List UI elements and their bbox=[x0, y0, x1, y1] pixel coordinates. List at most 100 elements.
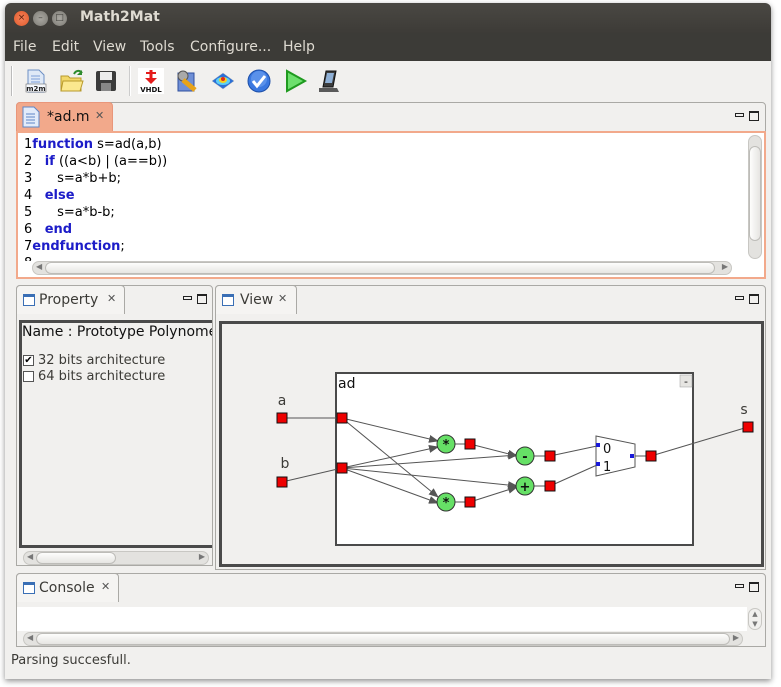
output-label-s: s bbox=[740, 402, 747, 418]
device-icon[interactable] bbox=[316, 68, 342, 94]
port-register bbox=[645, 450, 657, 462]
menu-help[interactable]: Help bbox=[283, 39, 315, 55]
code-text[interactable]: 1function s=ad(a,b) 2 if ((a<b) | (a==b))… bbox=[24, 136, 167, 261]
diagram-svg: ad - 0 1 * * - + a b s bbox=[276, 372, 754, 546]
tab-view[interactable]: View ✕ bbox=[215, 285, 297, 314]
mux-port-out bbox=[630, 454, 634, 458]
property-content: Name : Prototype Polynome ✔ 32 bits arch… bbox=[19, 320, 212, 548]
menu-file[interactable]: File bbox=[13, 39, 36, 55]
minimize-icon[interactable] bbox=[735, 296, 744, 300]
checkbox-64bit[interactable] bbox=[23, 371, 34, 382]
minimize-icon[interactable] bbox=[735, 584, 744, 588]
save-icon[interactable] bbox=[93, 68, 119, 94]
maximize-icon[interactable] bbox=[749, 582, 759, 592]
operator-symbol: * bbox=[443, 496, 450, 511]
input-label-a: a bbox=[278, 393, 287, 409]
visualize-icon[interactable] bbox=[210, 68, 236, 94]
port-register bbox=[336, 412, 348, 424]
collapse-label: - bbox=[684, 375, 688, 388]
code-text-segment: s=a*b-b; bbox=[36, 205, 115, 220]
view-icon bbox=[23, 582, 35, 594]
option-32bit[interactable]: ✔ 32 bits architecture bbox=[23, 353, 165, 368]
port-register bbox=[336, 462, 348, 474]
code-line[interactable]: 4 else bbox=[24, 187, 167, 204]
open-folder-icon[interactable] bbox=[59, 68, 85, 94]
editor-hscrollbar[interactable]: ◀ ▶ bbox=[32, 261, 732, 275]
property-hscrollbar[interactable]: ◀ ▶ bbox=[23, 551, 209, 565]
editor-vscrollbar[interactable] bbox=[748, 135, 762, 259]
port-register bbox=[464, 496, 476, 508]
console-tab-label: Console bbox=[39, 580, 95, 596]
menu-tools[interactable]: Tools bbox=[140, 39, 175, 55]
close-tab-icon[interactable]: ✕ bbox=[101, 580, 110, 593]
port-register bbox=[544, 480, 556, 492]
code-text-segment: s=a*b+b; bbox=[36, 171, 121, 186]
editor-area[interactable]: 1function s=ad(a,b) 2 if ((a<b) | (a==b))… bbox=[16, 131, 766, 279]
maximize-icon[interactable] bbox=[197, 294, 207, 304]
tab-console[interactable]: Console ✕ bbox=[16, 573, 119, 602]
code-text-segment bbox=[36, 222, 44, 237]
editor-panel: *ad.m ✕ 1function s=ad(a,b) 2 if ((a<b) |… bbox=[16, 102, 766, 279]
code-line[interactable]: 7endfunction; bbox=[24, 238, 167, 255]
document-icon bbox=[22, 106, 40, 128]
block-ad bbox=[335, 372, 694, 546]
view-tab-label: View bbox=[240, 292, 274, 308]
tab-editor-ad-m[interactable]: *ad.m ✕ bbox=[16, 102, 113, 131]
code-line[interactable]: 3 s=a*b+b; bbox=[24, 170, 167, 187]
toolbar-separator bbox=[129, 66, 131, 96]
run-icon[interactable] bbox=[282, 68, 308, 94]
code-line[interactable]: 2 if ((a<b) | (a==b)) bbox=[24, 153, 167, 170]
diagram-canvas[interactable]: ad - 0 1 * * - + a b s bbox=[219, 321, 764, 567]
minimize-icon[interactable] bbox=[735, 113, 744, 117]
option-64bit[interactable]: 64 bits architecture bbox=[23, 369, 165, 384]
code-line[interactable]: 1function s=ad(a,b) bbox=[24, 136, 167, 153]
menu-edit[interactable]: Edit bbox=[52, 39, 79, 55]
port-register bbox=[276, 412, 288, 424]
svg-text:m2m: m2m bbox=[26, 85, 45, 93]
minimize-icon[interactable] bbox=[183, 296, 192, 300]
editor-hscroll-thumb[interactable] bbox=[45, 262, 715, 274]
window-title: Math2Mat bbox=[80, 9, 160, 25]
checkbox-32bit[interactable]: ✔ bbox=[23, 355, 34, 366]
input-label-b: b bbox=[281, 456, 290, 472]
maximize-icon[interactable] bbox=[749, 294, 759, 304]
close-tab-icon[interactable]: ✕ bbox=[95, 109, 104, 122]
menu-view[interactable]: View bbox=[93, 39, 126, 55]
title-bar: × – □ Math2Mat bbox=[5, 3, 771, 33]
close-window-button[interactable]: × bbox=[14, 11, 29, 26]
vhdl-export-icon[interactable]: VHDL bbox=[138, 68, 164, 94]
minimize-window-button[interactable]: – bbox=[33, 11, 48, 26]
maximize-window-button[interactable]: □ bbox=[52, 11, 67, 26]
code-line[interactable]: 5 s=a*b-b; bbox=[24, 204, 167, 221]
operator-symbol: - bbox=[522, 450, 527, 465]
console-hscrollbar[interactable]: ◀ ▶ bbox=[23, 632, 743, 646]
mux-port-0 bbox=[596, 443, 600, 447]
mux-input-label: 0 bbox=[603, 442, 611, 457]
check-icon[interactable] bbox=[246, 68, 272, 94]
console-output[interactable] bbox=[17, 607, 747, 631]
close-tab-icon[interactable]: ✕ bbox=[278, 292, 287, 305]
code-text-segment: ((a<b) | (a==b)) bbox=[54, 154, 168, 169]
console-hscroll-thumb[interactable] bbox=[36, 633, 730, 645]
code-text-segment: s=ad(a,b) bbox=[93, 137, 162, 152]
block-name: ad bbox=[338, 376, 355, 392]
maximize-icon[interactable] bbox=[749, 111, 759, 121]
console-vscrollbar[interactable]: ▲ ▼ bbox=[748, 608, 762, 630]
view-icon bbox=[23, 294, 35, 306]
editor-vscroll-thumb[interactable] bbox=[749, 146, 761, 241]
tab-property[interactable]: Property ✕ bbox=[16, 285, 125, 314]
console-panel: Console ✕ ▲ ▼ ◀ ▶ bbox=[16, 573, 766, 647]
operator-symbol: + bbox=[520, 480, 531, 495]
mux-input-label: 1 bbox=[603, 460, 611, 475]
code-text-segment: ; bbox=[120, 239, 125, 254]
menu-configure[interactable]: Configure... bbox=[190, 39, 271, 55]
tools-settings-icon[interactable] bbox=[173, 68, 199, 94]
new-m2m-icon[interactable]: m2m bbox=[23, 68, 49, 94]
code-keyword: else bbox=[44, 188, 75, 203]
close-tab-icon[interactable]: ✕ bbox=[107, 292, 116, 305]
status-bar-text: Parsing succesfull. bbox=[11, 653, 131, 668]
port-register bbox=[742, 421, 754, 433]
property-hscroll-thumb[interactable] bbox=[36, 552, 116, 564]
code-line[interactable]: 6 end bbox=[24, 221, 167, 238]
code-keyword: if bbox=[44, 154, 55, 169]
